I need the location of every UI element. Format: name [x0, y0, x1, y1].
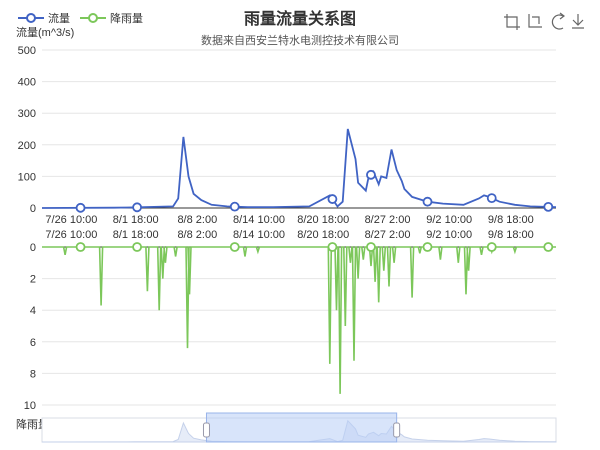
- datazoom-handle-right[interactable]: [393, 422, 401, 438]
- flow-data-point[interactable]: [486, 193, 497, 204]
- rainfall-series-line: [42, 246, 556, 394]
- flow-y-tick-label: 500: [18, 45, 36, 57]
- rainfall-data-point[interactable]: [543, 242, 554, 252]
- datazoom-handle-left[interactable]: [202, 422, 210, 438]
- rainfall-data-point[interactable]: [327, 242, 338, 252]
- rainfall-y-tick-label: 0: [30, 242, 36, 254]
- rainfall-y-tick-label: 8: [30, 368, 36, 380]
- rainfall-x-tick-label: 9/2 10:00: [426, 229, 472, 241]
- flow-x-tick-label: 9/2 10:00: [426, 214, 472, 226]
- flow-data-point[interactable]: [327, 194, 338, 204]
- rainfall-x-tick-label: 9/8 18:00: [488, 229, 534, 241]
- flow-y-tick-label: 100: [18, 171, 36, 183]
- rainfall-data-point[interactable]: [75, 242, 86, 252]
- flow-data-point[interactable]: [75, 202, 86, 213]
- flow-x-tick-label: 8/20 18:00: [297, 214, 349, 226]
- rainfall-data-point[interactable]: [132, 242, 142, 252]
- rainfall-chart: 0 2 4 6 8 10 7/26 10:00 8/1 18:00 8/8 2:00 8/14 …: [16, 229, 556, 431]
- flow-y-tick-label: 400: [18, 77, 36, 89]
- zoom-reset-icon[interactable]: [528, 14, 542, 28]
- flow-y-tick-label: 0: [30, 203, 36, 215]
- rainfall-y-tick-label: 10: [24, 400, 36, 412]
- datazoom-window[interactable]: [205, 412, 398, 443]
- rainfall-x-tick-label: 8/1 18:00: [113, 229, 159, 241]
- download-icon[interactable]: [572, 14, 584, 29]
- rainfall-x-ticks: 7/26 10:00 8/1 18:00 8/8 2:00 8/14 10:00 8/2…: [45, 229, 533, 241]
- flow-markers: [75, 169, 554, 213]
- rainfall-x-tick-label: 8/14 10:00: [233, 229, 285, 241]
- chart-title: 雨量流量关系图: [244, 9, 356, 28]
- rainfall-data-point[interactable]: [366, 242, 376, 252]
- flow-data-point[interactable]: [229, 201, 240, 212]
- flow-data-point[interactable]: [132, 202, 142, 213]
- legend-item-flow[interactable]: 流量: [18, 11, 70, 25]
- flow-data-point[interactable]: [543, 201, 554, 212]
- flow-series-line: [41, 128, 557, 209]
- flow-data-point[interactable]: [422, 196, 433, 207]
- legend-label-rainfall: 降雨量: [110, 11, 143, 25]
- rainfall-grid: [42, 278, 556, 406]
- flow-chart: 流量(m^3/s) 0 100 200 300 400 500 7/26 10:00 8/1…: [16, 25, 557, 226]
- rainfall-y-tick-label: 6: [30, 337, 36, 349]
- rainfall-x-tick-label: 8/8 2:00: [177, 229, 217, 241]
- rainfall-x-tick-label: 8/20 18:00: [297, 229, 349, 241]
- flow-x-tick-label: 7/26 10:00: [45, 214, 97, 226]
- legend: 流量 降雨量: [18, 11, 143, 25]
- rainfall-data-point[interactable]: [486, 242, 497, 252]
- rainfall-y-tick-label: 2: [30, 274, 36, 286]
- legend-label-flow: 流量: [48, 11, 70, 25]
- chart-subtitle: 数据来自西安兰特水电测控技术有限公司: [201, 33, 399, 47]
- flow-x-tick-label: 8/1 18:00: [113, 214, 159, 226]
- datazoom-slider[interactable]: [41, 412, 557, 443]
- flow-y-ticks: 0 100 200 300 400 500: [18, 45, 36, 215]
- rainfall-x-tick-label: 8/27 2:00: [365, 229, 411, 241]
- rainfall-data-point[interactable]: [229, 242, 240, 252]
- flow-x-tick-label: 9/8 18:00: [488, 214, 534, 226]
- flow-x-tick-label: 8/27 2:00: [365, 214, 411, 226]
- toolbox: [504, 12, 584, 30]
- flow-data-point[interactable]: [366, 169, 376, 180]
- restore-icon[interactable]: [551, 12, 565, 30]
- flow-y-axis-title: 流量(m^3/s): [16, 25, 74, 39]
- rainfall-y-tick-label: 4: [30, 305, 36, 317]
- flow-grid: [42, 49, 556, 177]
- rainfall-data-point[interactable]: [422, 242, 433, 252]
- rainfall-x-tick-label: 7/26 10:00: [45, 229, 97, 241]
- flow-x-tick-label: 8/8 2:00: [177, 214, 217, 226]
- flow-y-tick-label: 200: [18, 140, 36, 152]
- flow-y-tick-label: 300: [18, 108, 36, 120]
- chart-canvas: 流量 降雨量 雨量流量关系图 数据来自西安兰特水电测控技术有限公司 流量(m^3…: [16, 9, 584, 443]
- legend-item-rainfall[interactable]: 降雨量: [80, 11, 143, 25]
- zoom-icon[interactable]: [504, 14, 520, 30]
- flow-x-ticks: 7/26 10:00 8/1 18:00 8/8 2:00 8/14 10:00 8/2…: [45, 214, 533, 226]
- flow-x-tick-label: 8/14 10:00: [233, 214, 285, 226]
- rainfall-y-ticks: 0 2 4 6 8 10: [24, 242, 36, 412]
